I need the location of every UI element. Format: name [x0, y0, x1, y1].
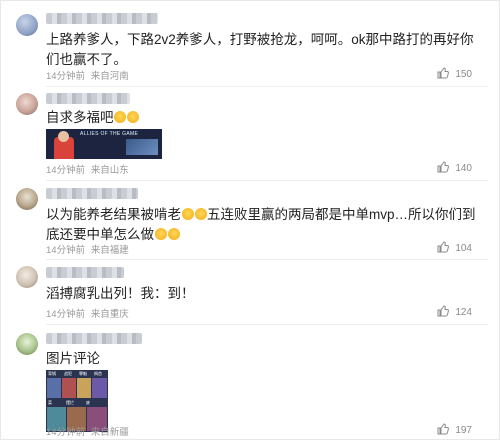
like-count: 150: [455, 69, 472, 80]
thumbs-up-icon: [437, 305, 450, 317]
username-blurred[interactable]: [46, 13, 158, 24]
username-blurred[interactable]: [46, 267, 124, 278]
image-label: 废: [86, 400, 90, 405]
crying-emoji-icon: [181, 208, 194, 220]
username-blurred[interactable]: [46, 333, 142, 344]
like-button[interactable]: 150: [437, 67, 472, 80]
comment-meta: 14分钟前 来自河南: [46, 68, 129, 82]
comment-image[interactable]: 背锅 战犯 罪魁 祸首 菜 摆烂 废: [46, 370, 108, 432]
divider: [46, 180, 488, 181]
surprised-emoji-icon: [127, 111, 139, 123]
divider: [46, 86, 488, 87]
avatar[interactable]: [16, 333, 38, 355]
image-tile: [92, 378, 107, 398]
crying-emoji-icon: [167, 228, 180, 240]
comment-location: 来自福建: [90, 245, 129, 256]
comment-meta: 14分钟前 来自新疆: [46, 424, 129, 438]
avatar[interactable]: [16, 93, 38, 115]
thumbs-up-icon: [437, 161, 450, 173]
surprised-emoji-icon: [114, 111, 126, 123]
like-count: 197: [455, 425, 472, 436]
comment-text: 自求多福吧: [46, 108, 486, 128]
comment-text: 上路养爹人，下路2v2养爹人，打野被抢龙，呵呵。ok那中路打的再好你们也赢不了。: [46, 32, 474, 67]
image-label: 罪魁: [79, 371, 87, 376]
image-label: 祸首: [94, 371, 102, 376]
like-button[interactable]: 124: [437, 305, 472, 318]
comment-meta: 14分钟前 来自福建: [46, 242, 129, 256]
like-count: 124: [455, 307, 472, 318]
comment-image[interactable]: ALLIES OF THE GAME: [46, 129, 162, 159]
image-tile: [77, 378, 91, 398]
username-blurred[interactable]: [46, 188, 138, 199]
image-tile: [62, 378, 76, 398]
comment-location: 来自河南: [90, 71, 129, 82]
image-tile: [47, 378, 61, 398]
divider: [46, 259, 488, 260]
comment-text-content: 自求多福吧: [46, 110, 114, 125]
like-button[interactable]: 197: [437, 423, 472, 436]
comment-meta: 14分钟前 来自山东: [46, 162, 129, 176]
image-label: 菜: [48, 400, 52, 405]
like-count: 140: [455, 163, 472, 174]
comment-location: 来自重庆: [90, 309, 129, 320]
avatar[interactable]: [16, 188, 38, 210]
comment-text: 滔搏腐乳出列！我：到！: [46, 286, 195, 301]
like-count: 104: [455, 243, 472, 254]
comment-time: 14分钟前: [46, 165, 86, 176]
comment-time: 14分钟前: [46, 427, 86, 438]
like-button[interactable]: 104: [437, 241, 472, 254]
image-player-head: [58, 131, 69, 142]
divider: [46, 324, 488, 325]
image-caption: ALLIES OF THE GAME: [80, 131, 139, 137]
avatar[interactable]: [16, 266, 38, 288]
comment-text-part: 以为能养老结果被啃老: [46, 207, 181, 222]
comment-location: 来自新疆: [90, 427, 129, 438]
crying-emoji-icon: [194, 208, 207, 220]
image-label: 战犯: [64, 371, 72, 376]
image-screen: [126, 139, 158, 155]
comment-meta: 14分钟前 来自重庆: [46, 306, 129, 320]
comment-text: 以为能养老结果被啃老 五连败里赢的两局都是中单mvp…所以你们到底还要中单怎么做: [46, 205, 486, 245]
thumbs-up-icon: [437, 241, 450, 253]
comment-time: 14分钟前: [46, 71, 86, 82]
image-label: 背锅: [48, 371, 56, 376]
username-blurred[interactable]: [46, 93, 130, 104]
image-label: 摆烂: [66, 400, 74, 405]
comment-time: 14分钟前: [46, 245, 86, 256]
crying-emoji-icon: [154, 228, 167, 240]
comment-location: 来自山东: [90, 165, 129, 176]
thumbs-up-icon: [437, 423, 450, 435]
avatar[interactable]: [16, 14, 38, 36]
comment-time: 14分钟前: [46, 309, 86, 320]
thumbs-up-icon: [437, 67, 450, 79]
comment-text: 图片评论: [46, 351, 100, 366]
like-button[interactable]: 140: [437, 161, 472, 174]
